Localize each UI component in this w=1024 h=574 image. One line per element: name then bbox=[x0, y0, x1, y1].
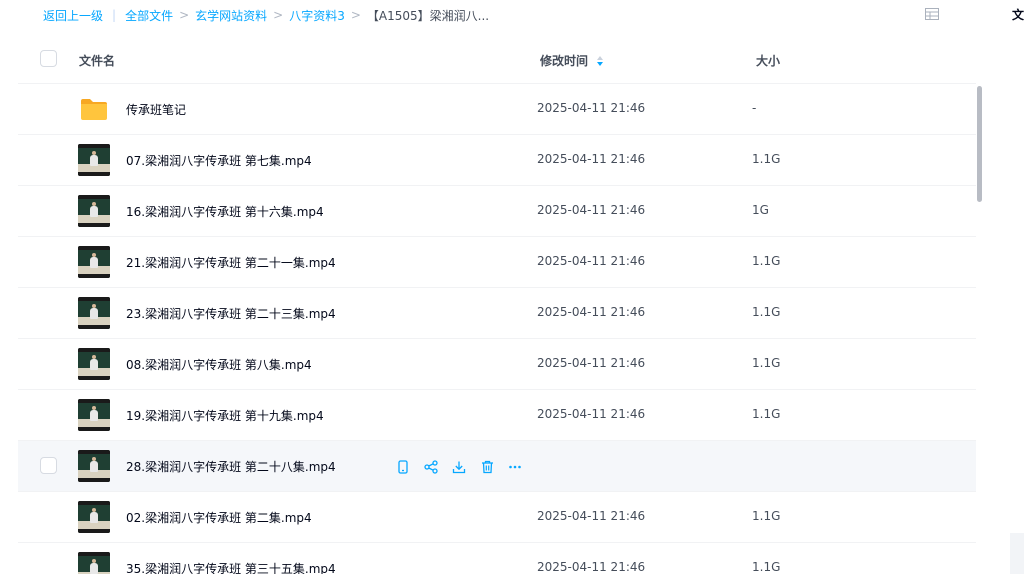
file-row[interactable]: 传承班笔记 2025-04-11 21:46 - bbox=[18, 84, 976, 135]
file-row[interactable]: 35.梁湘润八字传承班 第三十五集.mp4 2025-04-11 21:46 1… bbox=[18, 543, 976, 574]
file-row[interactable]: 16.梁湘润八字传承班 第十六集.mp4 2025-04-11 21:46 1G bbox=[18, 186, 976, 237]
video-thumbnail-icon bbox=[78, 552, 110, 574]
file-size: 1.1G bbox=[752, 254, 781, 268]
file-modified-time: 2025-04-11 21:46 bbox=[537, 101, 646, 115]
file-row[interactable]: 28.梁湘润八字传承班 第二十八集.mp4 bbox=[18, 441, 976, 492]
file-size: 1.1G bbox=[752, 305, 781, 319]
share-icon[interactable] bbox=[422, 458, 440, 476]
row-actions bbox=[394, 458, 524, 476]
download-icon[interactable] bbox=[450, 458, 468, 476]
phone-icon[interactable] bbox=[394, 458, 412, 476]
file-row[interactable]: 07.梁湘润八字传承班 第七集.mp4 2025-04-11 21:46 1.1… bbox=[18, 135, 976, 186]
file-size: 1.1G bbox=[752, 560, 781, 574]
file-modified-time: 2025-04-11 21:46 bbox=[537, 509, 646, 523]
file-modified-time: 2025-04-11 21:46 bbox=[537, 407, 646, 421]
file-row[interactable]: 21.梁湘润八字传承班 第二十一集.mp4 2025-04-11 21:46 1… bbox=[18, 237, 976, 288]
file-size: - bbox=[752, 101, 757, 115]
file-name[interactable]: 23.梁湘润八字传承班 第二十三集.mp4 bbox=[126, 305, 336, 322]
breadcrumb-separator: > bbox=[273, 8, 284, 22]
video-thumbnail-icon bbox=[78, 144, 110, 176]
back-link[interactable]: 返回上一级 bbox=[43, 7, 103, 24]
select-all-checkbox[interactable] bbox=[40, 50, 57, 67]
file-modified-time: 2025-04-11 21:46 bbox=[537, 254, 646, 268]
column-header-name[interactable]: 文件名 bbox=[79, 52, 115, 69]
breadcrumb-separator: > bbox=[179, 8, 190, 22]
side-panel-label: 文 bbox=[1012, 8, 1024, 22]
file-name[interactable]: 21.梁湘润八字传承班 第二十一集.mp4 bbox=[126, 254, 336, 271]
breadcrumb-all-files[interactable]: 全部文件 bbox=[125, 7, 173, 24]
file-row[interactable]: 19.梁湘润八字传承班 第十九集.mp4 2025-04-11 21:46 1.… bbox=[18, 390, 976, 441]
video-thumbnail-icon bbox=[78, 195, 110, 227]
file-name[interactable]: 16.梁湘润八字传承班 第十六集.mp4 bbox=[126, 203, 324, 220]
file-row[interactable]: 02.梁湘润八字传承班 第二集.mp4 2025-04-11 21:46 1.1… bbox=[18, 492, 976, 543]
file-name[interactable]: 08.梁湘润八字传承班 第八集.mp4 bbox=[126, 356, 312, 373]
trash-icon[interactable] bbox=[478, 458, 496, 476]
video-thumbnail-icon bbox=[78, 246, 110, 278]
scrollbar-thumb[interactable] bbox=[977, 86, 982, 202]
file-name[interactable]: 02.梁湘润八字传承班 第二集.mp4 bbox=[126, 509, 312, 526]
row-checkbox[interactable] bbox=[40, 457, 57, 474]
file-row[interactable]: 23.梁湘润八字传承班 第二十三集.mp4 2025-04-11 21:46 1… bbox=[18, 288, 976, 339]
sort-icon[interactable] bbox=[596, 55, 604, 67]
video-thumbnail-icon bbox=[78, 399, 110, 431]
grid-view-icon[interactable] bbox=[925, 8, 939, 20]
file-name[interactable]: 28.梁湘润八字传承班 第二十八集.mp4 bbox=[126, 458, 336, 475]
file-modified-time: 2025-04-11 21:46 bbox=[537, 560, 646, 574]
breadcrumb: 返回上一级 | 全部文件 > 玄学网站资料 > 八字资料3 > 【A1505】梁… bbox=[43, 7, 489, 23]
file-row[interactable]: 08.梁湘润八字传承班 第八集.mp4 2025-04-11 21:46 1.1… bbox=[18, 339, 976, 390]
file-modified-time: 2025-04-11 21:46 bbox=[537, 356, 646, 370]
column-header-time-label: 修改时间 bbox=[540, 54, 589, 68]
column-header-size[interactable]: 大小 bbox=[756, 52, 780, 69]
file-modified-time: 2025-04-11 21:46 bbox=[537, 152, 646, 166]
folder-icon bbox=[78, 93, 110, 125]
video-thumbnail-icon bbox=[78, 297, 110, 329]
column-header-time[interactable]: 修改时间 bbox=[540, 52, 604, 69]
side-panel-button[interactable] bbox=[1010, 533, 1024, 574]
file-size: 1.1G bbox=[752, 356, 781, 370]
breadcrumb-folder-2[interactable]: 八字资料3 bbox=[289, 7, 345, 24]
file-size: 1G bbox=[752, 203, 769, 217]
video-thumbnail-icon bbox=[78, 348, 110, 380]
breadcrumb-folder-1[interactable]: 玄学网站资料 bbox=[195, 7, 267, 24]
file-modified-time: 2025-04-11 21:46 bbox=[537, 203, 646, 217]
breadcrumb-current: 【A1505】梁湘润八... bbox=[366, 8, 490, 23]
breadcrumb-separator: > bbox=[350, 8, 361, 22]
list-header: 文件名 修改时间 大小 bbox=[18, 34, 976, 84]
file-size: 1.1G bbox=[752, 509, 781, 523]
file-name[interactable]: 35.梁湘润八字传承班 第三十五集.mp4 bbox=[126, 560, 336, 574]
file-size: 1.1G bbox=[752, 407, 781, 421]
file-list: 文件名 修改时间 大小 传承班笔记 2025-04-11 21:46 - 07.… bbox=[18, 34, 976, 574]
file-modified-time: 2025-04-11 21:46 bbox=[537, 305, 646, 319]
file-name[interactable]: 传承班笔记 bbox=[126, 101, 186, 118]
file-name[interactable]: 07.梁湘润八字传承班 第七集.mp4 bbox=[126, 152, 312, 169]
breadcrumb-divider: | bbox=[112, 8, 117, 22]
file-size: 1.1G bbox=[752, 152, 781, 166]
more-icon[interactable] bbox=[506, 458, 524, 476]
video-thumbnail-icon bbox=[78, 501, 110, 533]
file-name[interactable]: 19.梁湘润八字传承班 第十九集.mp4 bbox=[126, 407, 324, 424]
video-thumbnail-icon bbox=[78, 450, 110, 482]
